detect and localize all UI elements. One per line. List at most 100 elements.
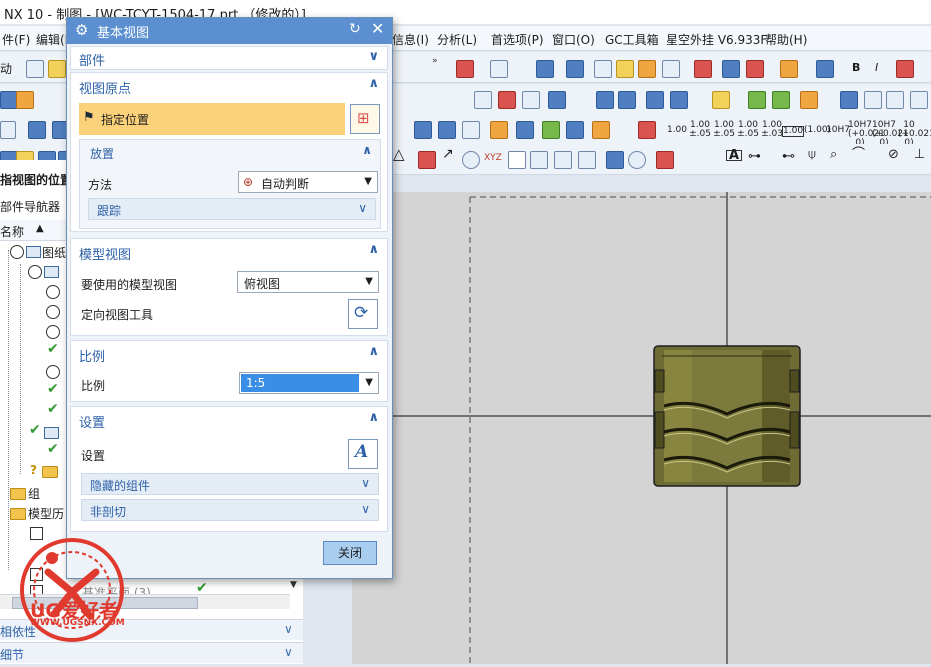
tol-none[interactable]: 1.00 [664, 126, 690, 135]
grid-icon[interactable] [594, 60, 612, 78]
note-icon[interactable] [530, 151, 548, 169]
flag-icon[interactable] [638, 60, 656, 78]
checkmark-icon[interactable]: ✔ [47, 441, 59, 457]
settings-button[interactable]: A [348, 439, 378, 469]
wave-icon[interactable] [772, 91, 790, 109]
non-section-subsection[interactable]: 非剖切 ∨ [81, 499, 379, 521]
calendar-icon[interactable] [456, 60, 474, 78]
tracking-subsection[interactable]: 跟踪 ∨ [88, 198, 376, 220]
stack-icon[interactable] [438, 121, 456, 139]
menu-analysis[interactable]: 分析(L) [437, 31, 477, 48]
break-icon[interactable] [566, 121, 584, 139]
table-icon[interactable] [566, 60, 584, 78]
query-icon[interactable] [616, 60, 634, 78]
datum-icon[interactable]: ⍦ [808, 148, 816, 161]
italic-icon[interactable]: I [875, 62, 878, 73]
reset-icon[interactable]: ↻ [349, 21, 361, 37]
pencil-icon[interactable] [490, 121, 508, 139]
projected-view-icon[interactable] [414, 121, 432, 139]
chevron-up-icon[interactable]: ∧ [368, 344, 379, 359]
layer-icon[interactable] [722, 60, 740, 78]
menu-gc-toolbox[interactable]: GC工具箱 [605, 31, 659, 48]
arrow-box-icon[interactable] [578, 151, 596, 169]
view-origin-header[interactable]: 视图原点 [79, 78, 131, 97]
display-icon[interactable] [816, 60, 834, 78]
curve-icon[interactable] [800, 91, 818, 109]
new-file-icon[interactable] [26, 60, 44, 78]
measure-2-icon[interactable]: ⊘ [888, 148, 899, 161]
tol-bilateral[interactable]: 1.00 ±.05 [688, 121, 712, 139]
chevron-down-icon[interactable]: ∨ [361, 502, 370, 516]
model-view-dropdown[interactable]: 俯视图 ▼ [237, 271, 379, 293]
leader-icon[interactable]: ⊶ [748, 150, 761, 163]
text-a-icon[interactable]: A [726, 149, 742, 162]
dimension-icon[interactable] [638, 121, 656, 139]
zoom-icon[interactable] [490, 60, 508, 78]
copy-icon[interactable] [886, 91, 904, 109]
chevron-up-icon[interactable]: ∧ [368, 410, 379, 425]
view-1-icon[interactable] [596, 91, 614, 109]
tol-reference[interactable]: (1.00) [804, 126, 831, 135]
paste-icon[interactable] [910, 91, 928, 109]
menu-preferences[interactable]: 首选项(P) [491, 31, 544, 48]
section-icon[interactable] [694, 60, 712, 78]
menu-info[interactable]: 信息(I) [392, 31, 429, 48]
menu-file[interactable]: 件(F) [2, 31, 30, 48]
gear-icon[interactable] [670, 91, 688, 109]
placement-header[interactable]: 放置 [90, 145, 114, 162]
tol-basic[interactable]: 1.00 [782, 126, 804, 137]
text-style-icon[interactable] [896, 60, 914, 78]
circle-icon[interactable] [462, 151, 480, 169]
update-icon[interactable] [542, 121, 560, 139]
part-section[interactable]: 部件 ∨ [70, 46, 388, 70]
detail-view-icon[interactable] [462, 121, 480, 139]
hidden-components-subsection[interactable]: 隐藏的组件 ∨ [81, 473, 379, 495]
tol-limit[interactable]: 1.00 ±.05 [736, 121, 760, 139]
paint-icon[interactable] [780, 60, 798, 78]
list-icon[interactable] [554, 151, 572, 169]
table-style-icon[interactable] [746, 60, 764, 78]
close-icon[interactable]: ✕ [371, 19, 384, 38]
chevron-up-icon[interactable]: ∧ [362, 143, 372, 157]
chevron-down-icon[interactable]: ∨ [368, 49, 379, 64]
xyz-icon[interactable]: XYZ [484, 154, 502, 163]
settings-header[interactable]: 设置 [79, 412, 105, 431]
checkmark-icon[interactable]: ✔ [47, 401, 59, 417]
triangle-icon[interactable]: △ [393, 147, 405, 162]
scale-dropdown[interactable]: 1:5 ▼ [239, 372, 379, 394]
leader-2-icon[interactable]: ⊷ [782, 150, 795, 163]
tree-item-group[interactable]: 组 [28, 485, 40, 502]
checkmark-icon[interactable]: ✔ [47, 341, 59, 357]
open-folder-icon[interactable] [48, 60, 66, 78]
scroll-down-icon[interactable]: ▼ [290, 580, 297, 590]
search-icon[interactable]: ⌕ [830, 148, 837, 161]
orient-view-tool-button[interactable]: ⟳ [348, 299, 378, 329]
edit-sheet-icon[interactable] [548, 91, 566, 109]
chart-icon[interactable] [498, 91, 516, 109]
chevron-up-icon[interactable]: ∧ [368, 242, 379, 257]
bold-icon[interactable]: B [852, 62, 860, 73]
tol-range[interactable]: 1.00 ±.03 [760, 121, 784, 139]
tol-unilateral[interactable]: 1.00 ±.05 [712, 121, 736, 139]
tree-item-drawing[interactable]: 图纸 [42, 244, 66, 261]
chevron-down-icon[interactable]: ∨ [358, 201, 367, 215]
combo-icon[interactable] [0, 121, 16, 139]
chevron-down-icon[interactable]: ∨ [361, 476, 370, 490]
chevron-up-icon[interactable]: ∧ [368, 76, 379, 91]
pdf-icon[interactable] [418, 151, 436, 169]
measure-icon[interactable] [662, 60, 680, 78]
feature-icon[interactable] [712, 91, 730, 109]
chevron-down-icon[interactable]: ∨ [284, 622, 293, 636]
checkmark-icon[interactable]: ✔ [47, 381, 59, 397]
surface-icon[interactable]: ⌒ [852, 148, 865, 161]
method-dropdown[interactable]: ⊕ 自动判断 ▼ [238, 171, 378, 193]
dialog-title-bar[interactable]: ⚙ 基本视图 ↻ ✕ [67, 18, 392, 44]
view-2-icon[interactable] [618, 91, 636, 109]
layers-icon[interactable] [606, 151, 624, 169]
tree-item-model-history[interactable]: 模型历 [28, 505, 64, 522]
frame-icon[interactable] [522, 91, 540, 109]
square-icon[interactable] [508, 151, 526, 169]
text-view-icon[interactable] [592, 121, 610, 139]
edit-icon[interactable] [864, 91, 882, 109]
scale-header[interactable]: 比例 [79, 346, 105, 365]
